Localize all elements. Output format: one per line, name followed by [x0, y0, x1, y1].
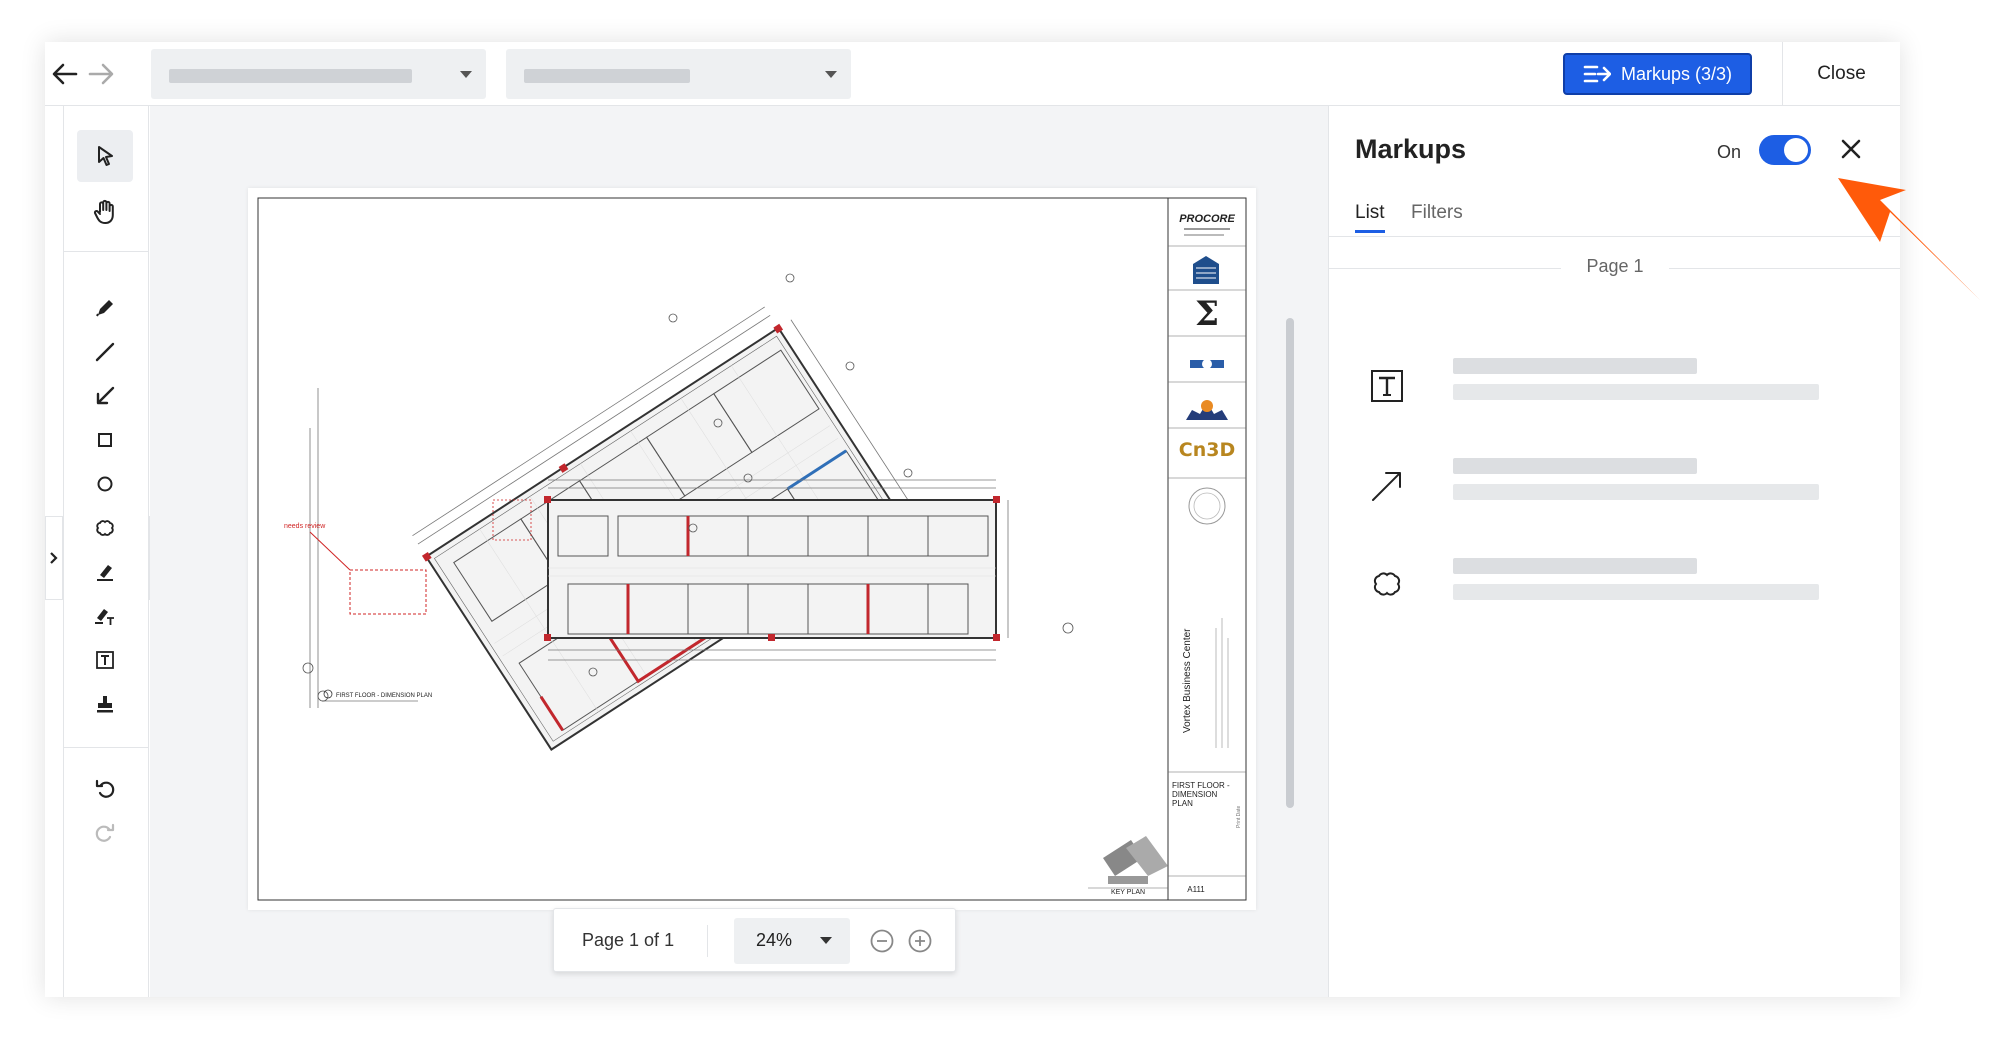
pencil-icon — [96, 300, 113, 317]
stamp-icon — [97, 696, 113, 713]
tab-list[interactable]: List — [1355, 202, 1385, 224]
zoom-value: 24% — [756, 930, 793, 950]
chevron-down-icon — [460, 71, 472, 78]
markup-toolbar — [63, 106, 149, 997]
markups-panel: Markups On List Filters Page 1 — [1328, 106, 1900, 997]
markups-visibility-toggle[interactable] — [1759, 135, 1811, 165]
expand-left-tab[interactable] — [45, 516, 63, 600]
text-markup[interactable]: needs review — [284, 523, 326, 530]
sheet-title: FIRST FLOOR -DIMENSION PLAN — [1172, 781, 1230, 808]
pan-tool[interactable] — [77, 186, 133, 238]
floor-plan-drawing: PROCORE Σ Cn3D Vortex Business Center FI… — [257, 197, 1247, 901]
drawing-sheet[interactable]: PROCORE Σ Cn3D Vortex Business Center FI… — [248, 188, 1256, 910]
select-tool[interactable] — [77, 130, 133, 182]
text-icon — [1371, 370, 1403, 402]
horizontal-wing — [544, 479, 1009, 661]
drawing-label: FIRST FLOOR - DIMENSION PLAN — [322, 689, 432, 702]
title-block: PROCORE Σ Cn3D Vortex Business Center FI… — [1167, 198, 1246, 900]
active-tab-indicator — [1355, 230, 1385, 233]
item-title-placeholder — [1453, 458, 1697, 474]
text-box-icon — [96, 651, 114, 669]
markup-list-item[interactable] — [1329, 452, 1900, 522]
cloud-icon — [1373, 572, 1401, 596]
highlight-text-icon — [95, 609, 114, 625]
toggle-knob — [1784, 138, 1808, 162]
drawing-canvas[interactable]: PROCORE Σ Cn3D Vortex Business Center FI… — [150, 106, 1328, 997]
line-icon — [95, 342, 115, 362]
svg-text:Print Date: Print Date — [1236, 806, 1242, 828]
toggle-label: On — [1717, 142, 1742, 162]
zoom-in-icon[interactable] — [906, 927, 934, 955]
vertical-scrollbar[interactable] — [1286, 318, 1294, 808]
drawing-dropdown[interactable] — [506, 49, 851, 99]
dropdown-placeholder — [169, 69, 412, 83]
arrow-icon — [96, 386, 115, 405]
key-plan-label: KEY PLAN — [1111, 889, 1145, 896]
zoom-out-icon[interactable] — [868, 927, 896, 955]
markups-button[interactable]: Markups (3/3) — [1563, 53, 1752, 95]
viewer-window: Markups (3/3) Close PROCORE Σ Cn3D Vorte… — [45, 42, 1900, 997]
undo-icon — [95, 779, 115, 798]
tab-filters[interactable]: Filters — [1411, 202, 1463, 224]
forward-arrow-icon — [88, 63, 114, 85]
hand-icon — [94, 199, 114, 224]
key-plan: KEY PLAN — [1088, 836, 1168, 896]
markup-list-item[interactable] — [1329, 552, 1900, 622]
project-dropdown[interactable] — [151, 49, 486, 99]
markups-button-label: Markups (3/3) — [1620, 63, 1733, 84]
chevron-down-icon — [820, 937, 832, 944]
chevron-right-icon — [50, 552, 58, 564]
cn3d-logo: Cn3D — [1179, 439, 1235, 461]
close-icon[interactable] — [1834, 132, 1868, 166]
project-name: Vortex Business Center — [1182, 628, 1193, 733]
procore-logo: PROCORE — [1179, 213, 1235, 225]
svg-text:FIRST FLOOR - DIMENSION PLAN: FIRST FLOOR - DIMENSION PLAN — [336, 693, 432, 699]
divider — [64, 747, 148, 748]
item-title-placeholder — [1453, 358, 1697, 374]
stamp-tool[interactable] — [77, 678, 133, 730]
top-bar: Markups (3/3) Close — [45, 42, 1900, 106]
sigma-logo-icon: Σ — [1195, 294, 1219, 334]
highlighter-icon — [97, 565, 113, 581]
divider — [707, 925, 708, 957]
zoom-select[interactable]: 24% — [734, 918, 850, 964]
arrow-icon — [1372, 472, 1401, 501]
item-detail-placeholder — [1453, 484, 1819, 500]
dropdown-placeholder — [524, 69, 690, 83]
redo-icon — [95, 823, 115, 842]
item-title-placeholder — [1453, 558, 1697, 574]
panel-title: Markups — [1355, 134, 1467, 164]
divider — [64, 251, 148, 252]
page-controls: Page 1 of 1 24% — [553, 908, 956, 972]
back-arrow-icon — [52, 63, 78, 85]
item-detail-placeholder — [1453, 584, 1819, 600]
markups-list-icon — [1583, 65, 1611, 83]
divider — [1329, 236, 1900, 237]
forward-button[interactable] — [81, 54, 121, 94]
building-logo-icon — [1193, 256, 1219, 284]
item-detail-placeholder — [1453, 384, 1819, 400]
rectangle-icon — [98, 433, 112, 447]
cloud-markup[interactable] — [349, 569, 427, 615]
page-group-header: Page 1 — [1329, 256, 1900, 280]
cursor-icon — [98, 146, 113, 166]
back-button[interactable] — [45, 54, 85, 94]
arrow-markup[interactable] — [309, 531, 351, 571]
markup-list-item[interactable] — [1329, 352, 1900, 422]
sheet-number: A111 — [1187, 885, 1205, 894]
circle-icon — [97, 476, 113, 492]
close-button[interactable]: Close — [1783, 42, 1900, 106]
page-indicator: Page 1 of 1 — [582, 930, 675, 950]
chevron-down-icon — [825, 71, 837, 78]
cloud-icon — [96, 520, 114, 536]
redo-button[interactable] — [77, 806, 133, 858]
